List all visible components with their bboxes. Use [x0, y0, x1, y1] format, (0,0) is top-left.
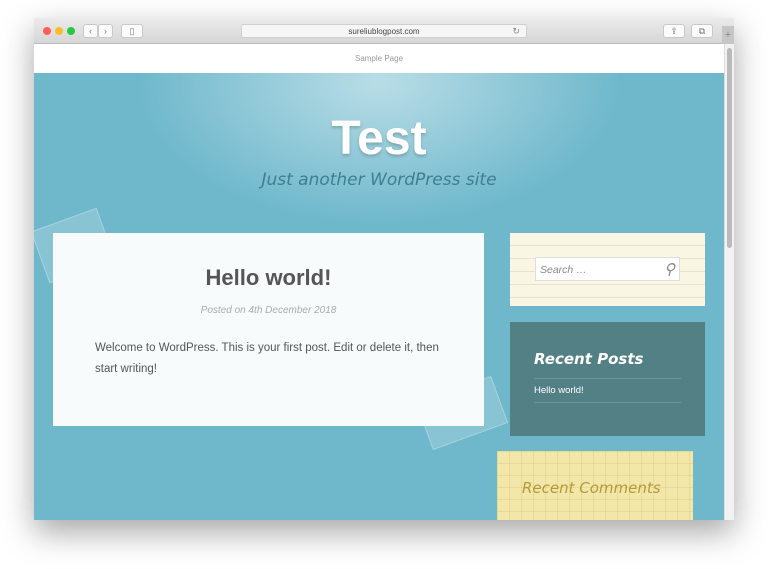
forward-button[interactable]: › — [98, 24, 113, 38]
site-content: Test Just another WordPress site Hello w… — [34, 73, 724, 520]
recent-posts-widget: Recent Posts Hello world! — [510, 322, 705, 436]
search-placeholder: Search … — [540, 264, 587, 276]
back-button[interactable]: ‹ — [83, 24, 98, 38]
recent-comments-title: Recent Comments — [522, 479, 661, 497]
recent-posts-title: Recent Posts — [534, 350, 644, 368]
scrollbar[interactable] — [724, 44, 734, 520]
site-nav: Sample Page — [34, 44, 724, 73]
tabs-icon[interactable]: ⧉ — [691, 24, 713, 38]
site-tagline: Just another WordPress site — [261, 170, 497, 190]
new-tab-button[interactable]: + — [722, 26, 734, 44]
site-title[interactable]: Test — [34, 111, 724, 166]
post-meta: Posted on 4th December 2018 — [200, 305, 337, 316]
nav-sample-page[interactable]: Sample Page — [355, 54, 403, 63]
address-bar[interactable]: sureliublogpost.com ↻ — [241, 24, 527, 38]
browser-window: ‹ › ▯ sureliublogpost.com ↻ ⇪ ⧉ + Sample … — [34, 18, 734, 520]
share-icon[interactable]: ⇪ — [663, 24, 685, 38]
recent-comments-widget: Recent Comments — [497, 451, 693, 520]
browser-toolbar: ‹ › ▯ sureliublogpost.com ↻ ⇪ ⧉ + — [34, 18, 734, 44]
close-window-button[interactable] — [43, 27, 51, 35]
minimize-window-button[interactable] — [55, 27, 63, 35]
reload-icon[interactable]: ↻ — [512, 25, 520, 38]
url-text: sureliublogpost.com — [348, 27, 420, 36]
post-title[interactable]: Hello world! — [53, 265, 484, 291]
zoom-window-button[interactable] — [67, 27, 75, 35]
search-icon[interactable]: ⚲ — [664, 260, 675, 278]
recent-post-link[interactable]: Hello world! — [534, 385, 584, 396]
search-input[interactable]: Search … ⚲ — [535, 257, 680, 281]
post-card: Hello world! Posted on 4th December 2018… — [53, 233, 484, 426]
sidebar-toggle-icon[interactable]: ▯ — [121, 24, 143, 38]
post-excerpt: Welcome to WordPress. This is your first… — [95, 342, 439, 375]
scrollbar-thumb[interactable] — [727, 48, 732, 248]
search-widget: Search … ⚲ — [510, 233, 705, 306]
